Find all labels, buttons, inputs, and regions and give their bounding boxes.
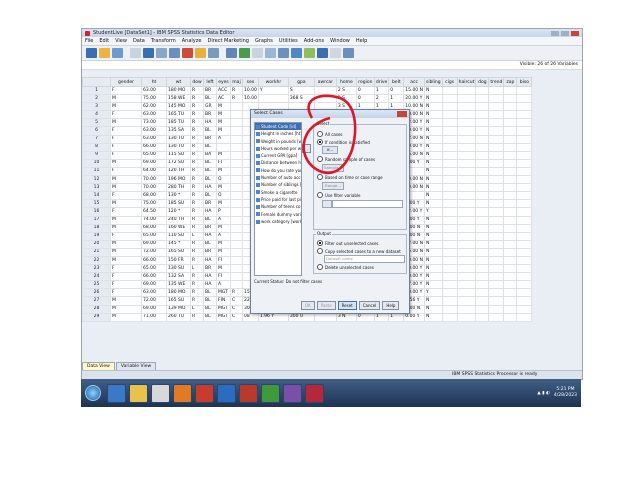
red-annotation-circle [302,94,357,175]
annotation-overlay [302,94,357,175]
